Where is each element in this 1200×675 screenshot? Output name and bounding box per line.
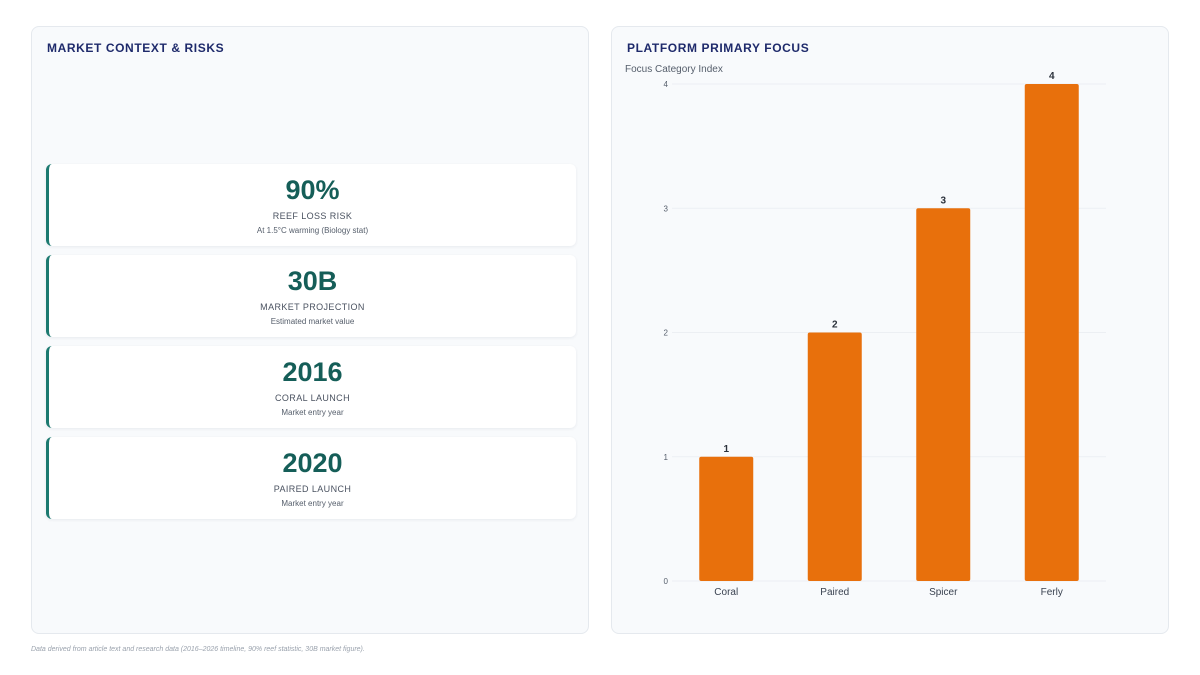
y-tick-label: 3 (664, 204, 669, 213)
x-tick-label: Paired (820, 587, 849, 598)
bar (916, 208, 971, 581)
y-axis-label: Focus Category Index (625, 64, 723, 75)
stat-card-paired-launch: 2020 PAIRED LAUNCH Market entry year (46, 437, 576, 519)
stat-value: 2020 (282, 448, 343, 478)
bar (807, 332, 862, 581)
focus-bar-chart: Focus Category Index 0 1 2 3 4 1 Coral 2 Paired 3 S… (625, 64, 1106, 598)
stat-label: PAIRED LAUNCH (273, 484, 352, 494)
bar (1024, 84, 1079, 581)
stat-note: Market entry year (281, 499, 344, 508)
stat-note: Estimated market value (270, 317, 355, 326)
stat-value: 90% (285, 175, 340, 205)
stat-label: MARKET PROJECTION (260, 302, 365, 312)
x-tick-label: Coral (714, 587, 738, 598)
stat-note: At 1.5°C warming (Biology stat) (256, 226, 369, 235)
stat-note: Market entry year (281, 408, 344, 417)
stat-card-list: 90% REEF LOSS RISK At 1.5°C warming (Bio… (46, 164, 576, 528)
stat-value: 30B (287, 266, 338, 296)
stat-card-market-projection: 30B MARKET PROJECTION Estimated market v… (46, 255, 576, 337)
data-label: 2 (832, 320, 838, 331)
footnote: Data derived from article text and resea… (31, 646, 365, 653)
data-label: 3 (940, 195, 946, 206)
y-tick-label: 4 (664, 80, 669, 89)
market-context-title: MARKET CONTEXT & RISKS (47, 41, 225, 55)
y-tick-label: 2 (664, 329, 669, 338)
data-label: 1 (723, 444, 729, 455)
platform-focus-panel: PLATFORM PRIMARY FOCUS Focus Category In… (611, 26, 1169, 634)
y-tick-label: 1 (664, 453, 669, 462)
y-tick-label: 0 (664, 577, 669, 586)
stat-label: REEF LOSS RISK (272, 211, 353, 221)
market-context-panel: MARKET CONTEXT & RISKS 90% REEF LOSS RIS… (31, 26, 589, 634)
stat-value: 2016 (282, 357, 343, 387)
x-tick-label: Spicer (929, 587, 958, 598)
stat-card-reef-loss: 90% REEF LOSS RISK At 1.5°C warming (Bio… (46, 164, 576, 246)
data-label: 4 (1049, 71, 1055, 82)
bar (699, 456, 754, 581)
stat-card-coral-launch: 2016 CORAL LAUNCH Market entry year (46, 346, 576, 428)
x-tick-label: Ferly (1041, 587, 1063, 598)
stat-label: CORAL LAUNCH (275, 393, 350, 403)
